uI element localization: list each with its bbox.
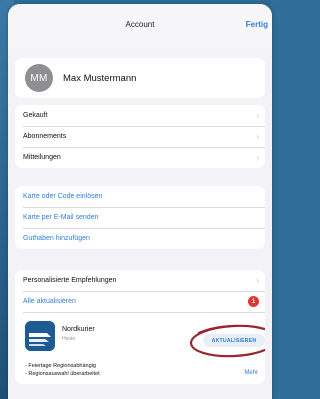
release-note-line: - Regionsauswahl überarbeitet (25, 371, 100, 377)
row-label: Abonnements (23, 133, 67, 140)
nordkurier-app-icon[interactable] (25, 321, 55, 351)
chevron-right-icon: › (256, 276, 259, 285)
row-gekauft[interactable]: Gekauft › (15, 105, 265, 126)
row-label: Personalisierte Empfehlungen (23, 277, 117, 284)
app-update-date: Heute (62, 336, 76, 342)
add-funds-link[interactable]: Guthaben hinzufügen (15, 228, 265, 249)
page-title: Account (125, 20, 155, 29)
update-count-badge: 1 (248, 296, 259, 307)
app-name: Nordkurier (62, 326, 95, 333)
row-label: Karte per E-Mail senden (23, 214, 99, 221)
row-label: Karte oder Code einlösen (23, 193, 103, 200)
app-update-item: Nordkurier Heute AKTUALISIEREN - Feierta… (15, 312, 265, 384)
chevron-right-icon: › (256, 132, 259, 141)
account-sheet: Account Fertig MM Max Mustermann Gekauft… (8, 4, 272, 399)
row-label: Guthaben hinzufügen (23, 235, 90, 242)
chevron-right-icon: › (256, 111, 259, 120)
row-label: Gekauft (23, 112, 48, 119)
redeem-link[interactable]: Karte oder Code einlösen (15, 186, 265, 207)
chevron-right-icon: › (256, 153, 259, 162)
purchases-group: Gekauft › Abonnements › Mitteilungen › (15, 105, 265, 168)
avatar: MM (25, 64, 53, 92)
row-mitteilungen[interactable]: Mitteilungen › (15, 147, 265, 168)
profile-row[interactable]: MM Max Mustermann (15, 58, 265, 98)
done-button[interactable]: Fertig (246, 20, 268, 29)
send-gift-card-link[interactable]: Karte per E-Mail senden (15, 207, 265, 228)
update-button[interactable]: AKTUALISIEREN (203, 334, 265, 347)
more-link[interactable]: Mehr (244, 370, 258, 376)
row-personalized-recommendations[interactable]: Personalisierte Empfehlungen › (15, 270, 265, 291)
payment-links-group: Karte oder Code einlösen Karte per E-Mai… (15, 186, 265, 249)
release-notes: - Feiertage Regionsabhängig - Regionsaus… (25, 362, 100, 378)
separator-dot: · (157, 371, 159, 377)
update-all-row[interactable]: Alle aktualisieren 1 (15, 291, 265, 312)
updates-group: Personalisierte Empfehlungen › Alle aktu… (15, 270, 265, 384)
row-label: Mitteilungen (23, 154, 61, 161)
row-abonnements[interactable]: Abonnements › (15, 126, 265, 147)
nav-bar: Account Fertig (8, 4, 272, 48)
release-note-line: - Feiertage Regionsabhängig (25, 363, 96, 369)
update-all-label: Alle aktualisieren (23, 298, 76, 305)
profile-name: Max Mustermann (63, 72, 137, 84)
